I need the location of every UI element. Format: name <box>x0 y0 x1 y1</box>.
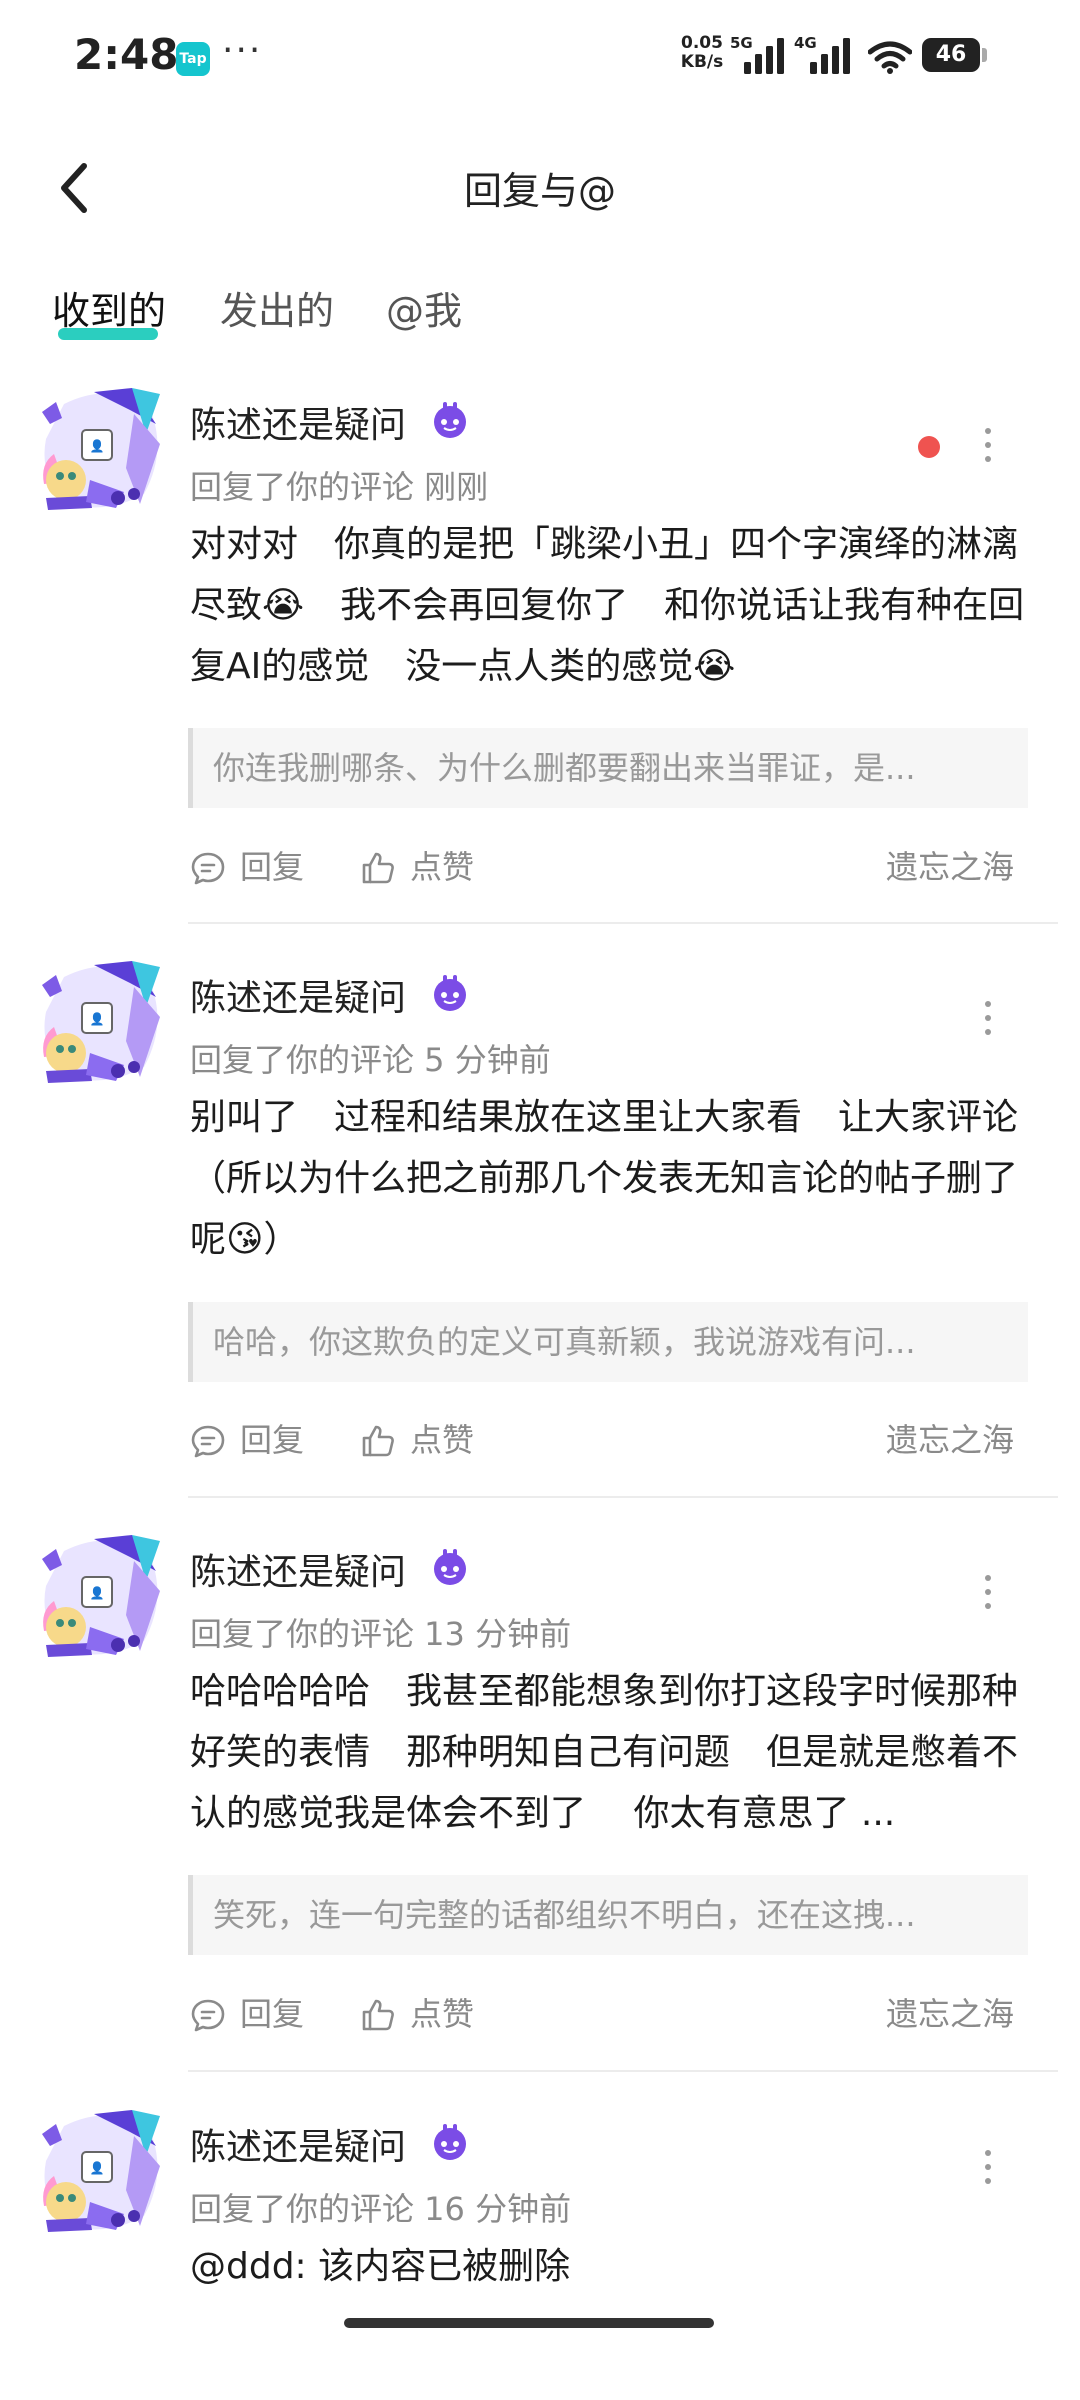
network-speed-value: 0.05 <box>681 33 723 53</box>
wifi-icon <box>868 41 912 74</box>
thumbs-up-icon <box>360 1423 396 1459</box>
reply-label: 回复 <box>240 1421 305 1459</box>
page-title: 回复与@ <box>463 169 616 213</box>
reply-label: 回复 <box>240 1995 305 2033</box>
status-bar: 2:48 Tap ··· 0.05 KB/s 5G 4G 46 <box>0 0 1080 110</box>
reply-icon <box>190 850 226 886</box>
like-label: 点赞 <box>410 1995 475 2033</box>
like-label: 点赞 <box>410 1421 475 1459</box>
reply-content[interactable]: 哈哈哈哈哈 我甚至都能想象到你打这段字时候那种好笑的表情 那种明知自己有问题 但… <box>190 1661 1030 1844</box>
action-bar: 回复 点赞 遗忘之海 <box>190 1415 1040 1465</box>
reply-content[interactable]: 别叫了 过程和结果放在这里让大家看 让大家评论（所以为什么把之前那几个发表无知言… <box>190 1087 1030 1270</box>
reply-content[interactable]: 对对对 你真的是把「跳梁小丑」四个字演绎的淋漓尽致😭 我不会再回复你了 和你说话… <box>190 514 1030 697</box>
home-indicator[interactable] <box>344 2318 714 2328</box>
network-speed-unit: KB/s <box>680 52 724 72</box>
tab-sent[interactable]: 发出的 <box>220 280 334 335</box>
divider <box>188 922 1058 924</box>
divider <box>188 2070 1058 2072</box>
avatar[interactable] <box>34 1531 166 1663</box>
source-forum-link[interactable]: 遗忘之海 <box>886 842 1014 892</box>
tab-mentions[interactable]: @我 <box>386 280 462 335</box>
level-badge-icon <box>430 400 470 440</box>
username[interactable]: 陈述还是疑问 <box>190 2118 406 2170</box>
status-time: 2:48 <box>74 30 179 79</box>
level-badge-icon <box>430 2122 470 2162</box>
username[interactable]: 陈述还是疑问 <box>190 969 406 1021</box>
taptap-app-icon: Tap <box>176 42 210 76</box>
reply-meta: 回复了你的评论 16 分钟前 <box>190 2190 572 2228</box>
reply-meta: 回复了你的评论 13 分钟前 <box>190 1615 572 1653</box>
signal-icon <box>744 38 784 74</box>
quoted-comment[interactable]: 你连我删哪条、为什么删都要翻出来当罪证，是... <box>188 728 1028 808</box>
avatar[interactable] <box>34 957 166 1089</box>
level-badge-icon <box>430 1547 470 1587</box>
more-notifications-icon: ··· <box>222 30 263 71</box>
reply-meta: 回复了你的评论 刚刚 <box>190 468 489 506</box>
more-options-icon[interactable] <box>984 1001 992 1039</box>
quoted-comment[interactable]: 笑死，连一句完整的话都组织不明白，还在这拽... <box>188 1875 1028 1955</box>
tab-received[interactable]: 收到的 <box>52 280 166 335</box>
action-bar: 回复 点赞 遗忘之海 <box>190 1989 1040 2039</box>
signal-icon <box>810 38 850 74</box>
reply-icon <box>190 1997 226 2033</box>
avatar[interactable] <box>34 2106 166 2238</box>
battery-tip <box>982 48 987 62</box>
username[interactable]: 陈述还是疑问 <box>190 1543 406 1595</box>
username[interactable]: 陈述还是疑问 <box>190 396 406 448</box>
more-options-icon[interactable] <box>984 428 992 466</box>
level-badge-icon <box>430 973 470 1013</box>
like-label: 点赞 <box>410 848 475 886</box>
divider <box>188 1496 1058 1498</box>
battery-icon: 46 <box>922 38 980 72</box>
avatar[interactable] <box>34 384 166 516</box>
action-bar: 回复 点赞 遗忘之海 <box>190 842 1040 892</box>
more-options-icon[interactable] <box>984 1575 992 1613</box>
thumbs-up-icon <box>360 850 396 886</box>
quoted-comment[interactable]: 哈哈，你这欺负的定义可真新颖，我说游戏有问... <box>188 1302 1028 1382</box>
reply-label: 回复 <box>240 848 305 886</box>
network-speed: 0.05 KB/s <box>674 34 730 72</box>
reply-content[interactable]: @ddd: 该内容已被删除 <box>190 2236 1030 2297</box>
source-forum-link[interactable]: 遗忘之海 <box>886 1989 1014 2039</box>
thumbs-up-icon <box>360 1997 396 2033</box>
more-options-icon[interactable] <box>984 2150 992 2188</box>
reply-meta: 回复了你的评论 5 分钟前 <box>190 1041 551 1079</box>
reply-icon <box>190 1423 226 1459</box>
unread-dot <box>918 436 940 458</box>
source-forum-link[interactable]: 遗忘之海 <box>886 1415 1014 1465</box>
